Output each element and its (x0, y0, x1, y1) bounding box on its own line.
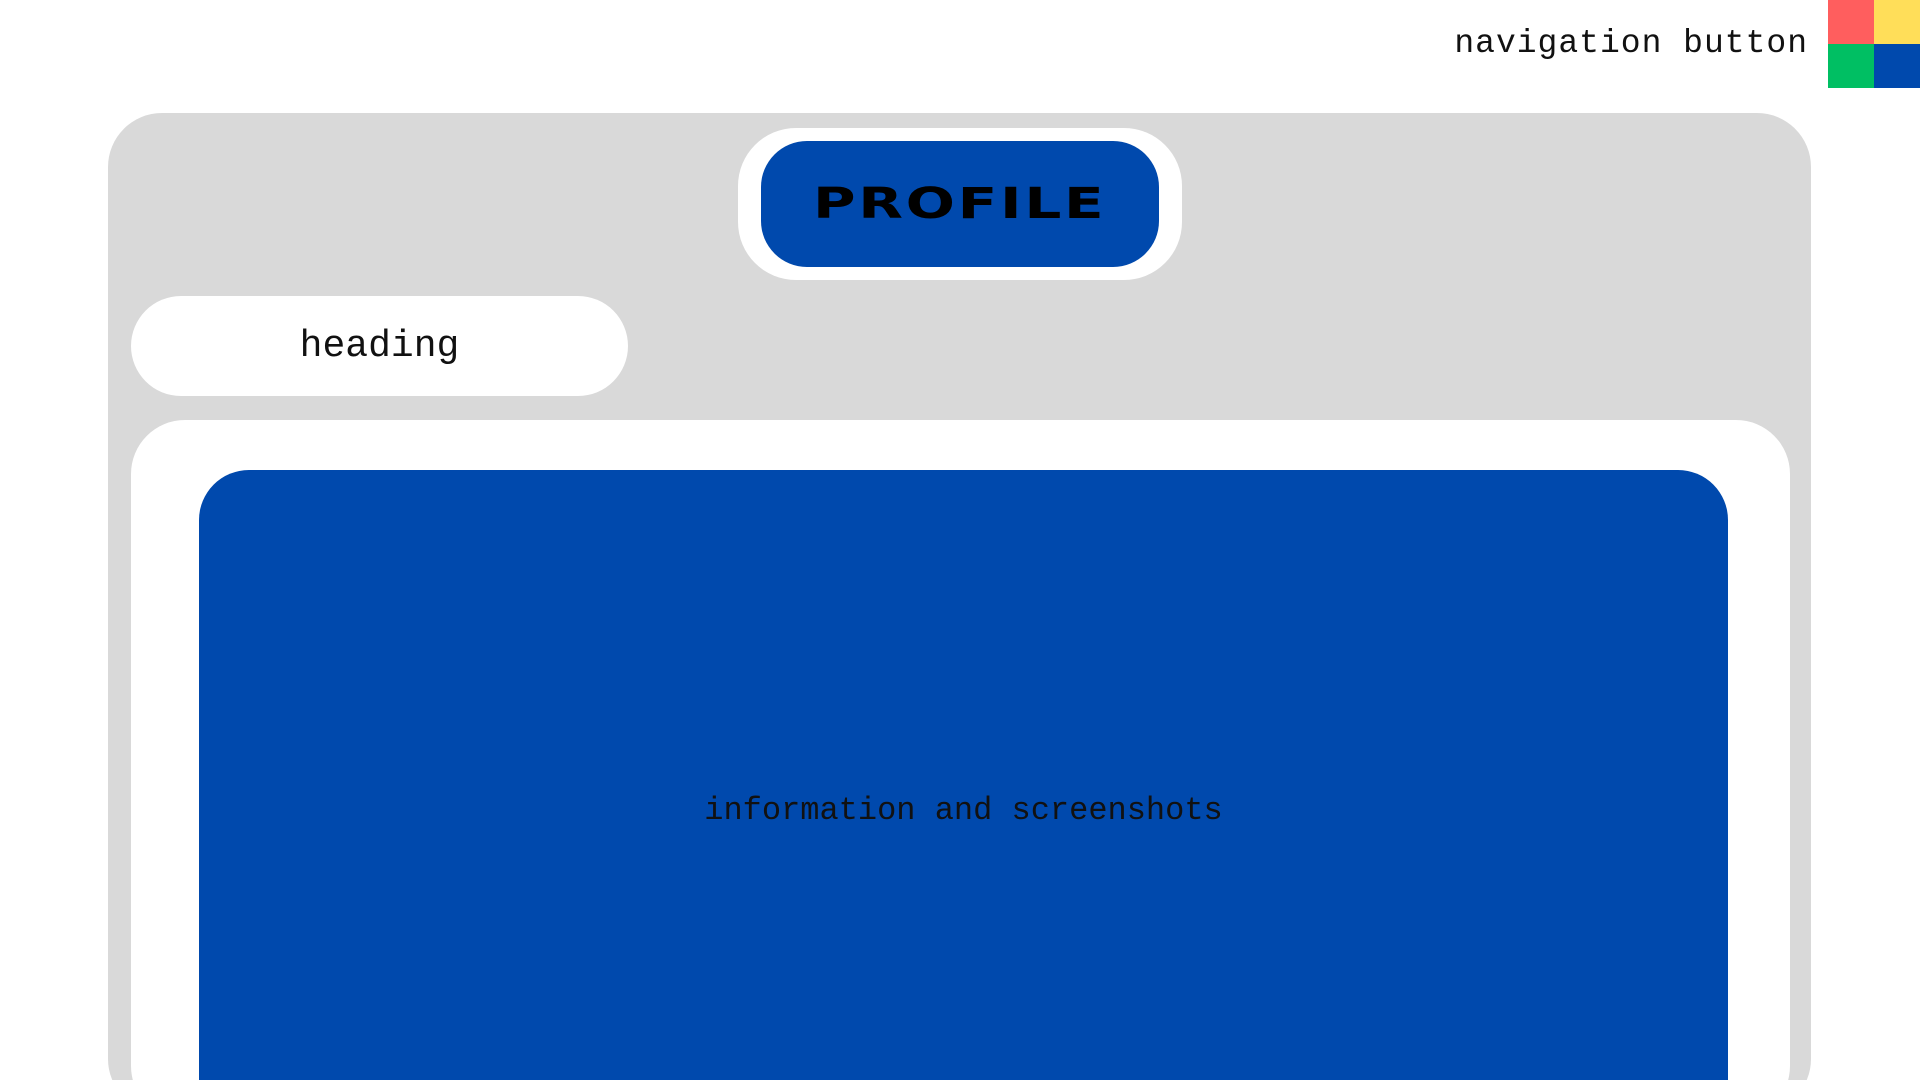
nav-grid-red-square (1828, 0, 1874, 44)
profile-title-frame: PROFILE (738, 128, 1182, 280)
nav-grid-yellow-square (1874, 0, 1920, 44)
content-area: information and screenshots (199, 470, 1728, 1080)
navigation-label: navigation button (1454, 25, 1808, 62)
content-placeholder-text: information and screenshots (704, 792, 1223, 829)
navigation-button[interactable] (1828, 0, 1920, 88)
profile-title-pill: PROFILE (761, 141, 1159, 267)
nav-grid-blue-square (1874, 44, 1920, 88)
page: navigation button PROFILE heading inform… (0, 0, 1920, 1080)
heading-pill: heading (131, 296, 628, 396)
nav-grid-green-square (1828, 44, 1874, 88)
page-title: PROFILE (813, 179, 1107, 229)
heading-label: heading (299, 324, 460, 368)
